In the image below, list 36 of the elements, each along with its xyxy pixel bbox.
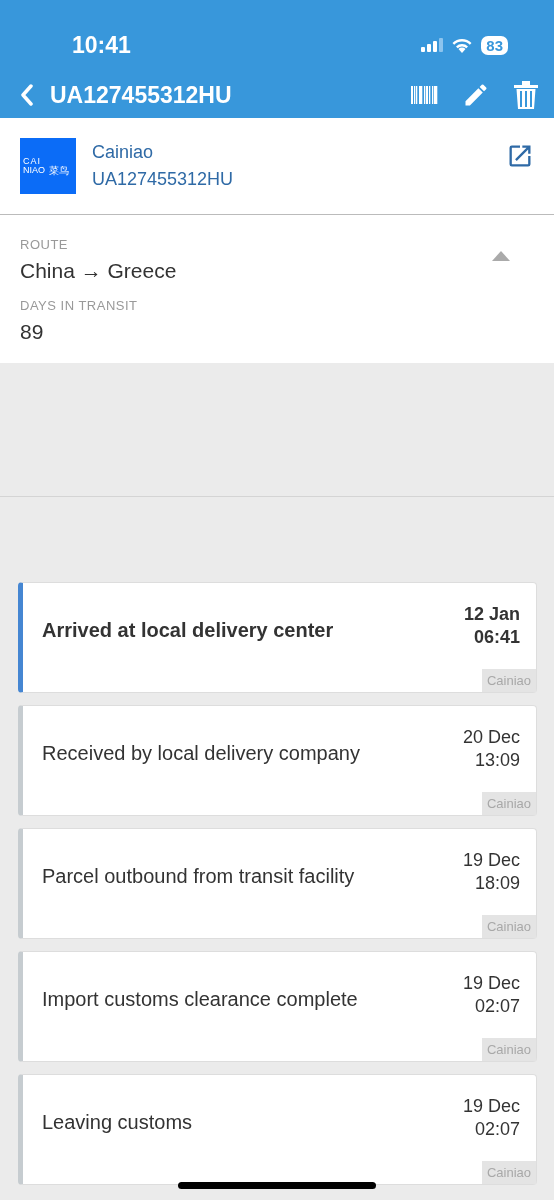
carrier-name: Cainiao <box>92 141 155 164</box>
event-time: 13:09 <box>474 749 520 773</box>
source-tag: Cainiao <box>481 1037 536 1061</box>
back-button[interactable] <box>20 84 34 106</box>
collapse-toggle[interactable] <box>492 251 510 261</box>
event-time: 02:07 <box>474 995 520 1019</box>
event-title: Parcel outbound from transit facility <box>42 864 356 889</box>
carrier-logo: CAI NIAO 菜鸟 <box>20 138 76 194</box>
source-tag: Cainiao <box>481 791 536 815</box>
screen-title: UA127455312HU <box>50 80 233 110</box>
delete-button[interactable] <box>514 81 538 109</box>
event-title: Import customs clearance complete <box>42 987 359 1012</box>
wifi-icon <box>451 37 474 53</box>
event-date: 20 Dec <box>462 726 520 749</box>
source-tag: Cainiao <box>481 1160 536 1184</box>
tracking-number: UA127455312HU <box>92 168 235 191</box>
event-time: 18:09 <box>474 872 520 896</box>
field-value: China → Greece <box>20 257 178 284</box>
event-date: 19 Dec <box>462 972 520 995</box>
status-time: 10:41 <box>72 30 131 60</box>
event-time: 06:41 <box>473 626 520 650</box>
event-title: Received by local delivery company <box>42 741 361 766</box>
event-title: Arrived at local delivery center <box>42 618 335 643</box>
battery-indicator: 83 <box>481 35 508 55</box>
event-time: 02:07 <box>474 1118 520 1142</box>
source-tag: Cainiao <box>481 668 536 692</box>
event-date: 19 Dec <box>462 849 520 872</box>
field-label: DAYS IN TRANSIT <box>20 297 139 315</box>
event-title: Leaving customs <box>42 1110 194 1135</box>
event-date: 12 Jan <box>463 603 520 626</box>
field-label: ROUTE <box>20 236 69 254</box>
field-value: 89 <box>20 318 45 345</box>
barcode-button[interactable] <box>411 86 438 104</box>
signal-icon <box>421 38 444 52</box>
event-date: 19 Dec <box>462 1095 520 1118</box>
source-tag: Cainiao <box>481 914 536 938</box>
